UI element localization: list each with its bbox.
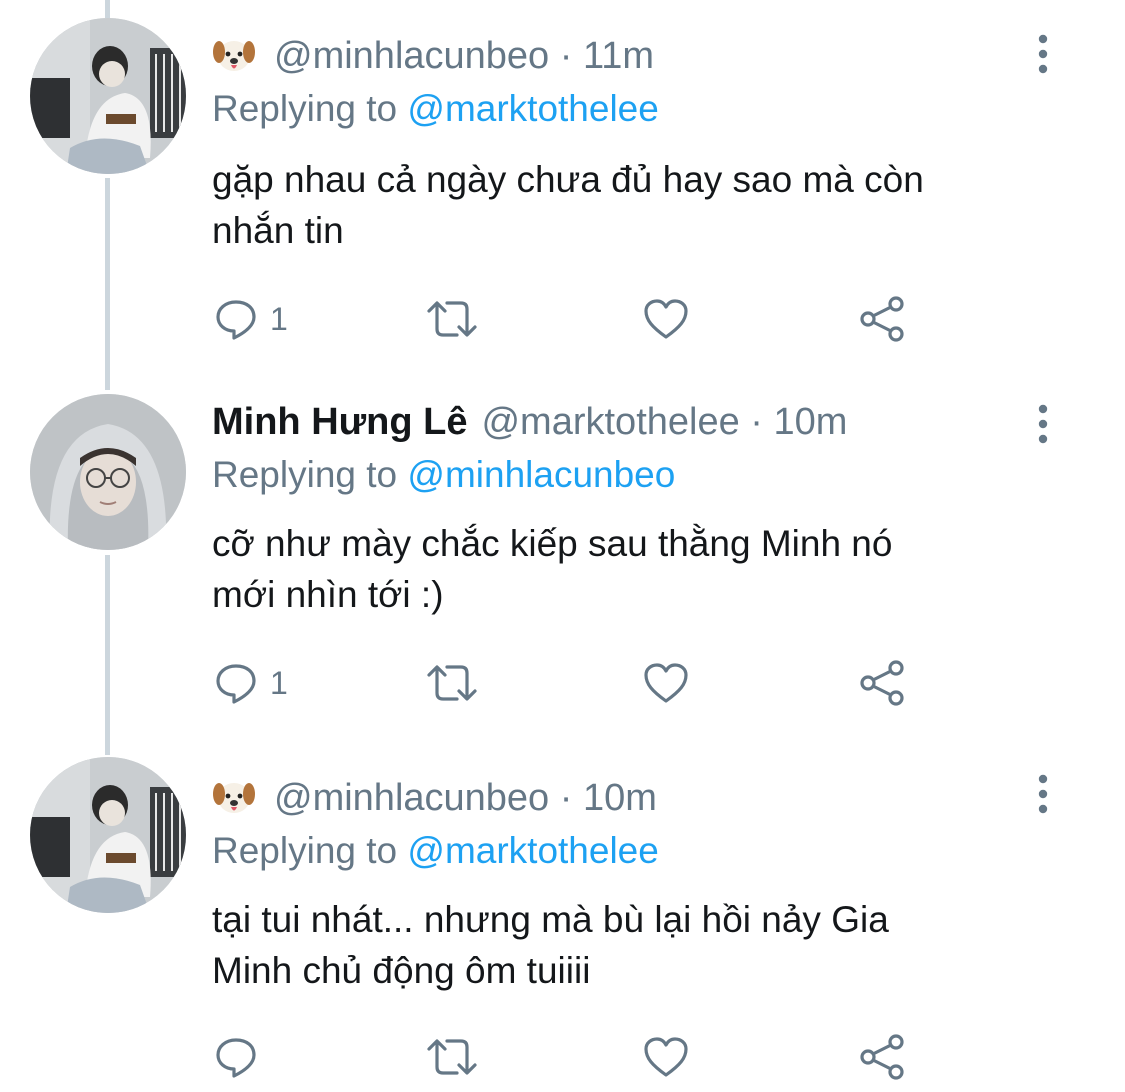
tweet-text: gặp nhau cả ngày chưa đủ hay sao mà còn … [212,154,1072,256]
replying-label: Replying to [212,88,398,129]
share-icon [858,294,908,344]
mention-link[interactable]: @minhlacunbeo [407,454,675,495]
avatar[interactable] [30,18,186,174]
more-options-icon[interactable] [1030,404,1056,444]
reply-icon [214,1035,258,1079]
more-options-icon[interactable] [1030,774,1056,814]
reply-button[interactable]: 1 [214,294,288,344]
more-options-icon[interactable] [1030,34,1056,74]
avatar[interactable] [30,394,186,550]
separator-dot: · [559,777,573,819]
replying-label: Replying to [212,830,398,871]
retweet-button[interactable] [424,658,492,708]
reply-count: 1 [270,300,288,337]
tweet[interactable]: @minhlacunbeo · 11m Replying to @marktot… [0,0,1125,370]
mention-link[interactable]: @marktothelee [407,830,658,871]
share-button[interactable] [858,1032,908,1082]
username[interactable]: @marktothelee [481,401,739,443]
retweet-button[interactable] [424,294,492,344]
tweet-text-line: tại tui nhát... nhưng mà bù lại hồi nảy … [212,899,889,940]
like-button[interactable] [642,658,702,708]
heart-icon [642,661,690,705]
tweet[interactable]: Minh Hưng Lê @marktothelee · 10m Replying… [0,370,1125,740]
mention-link[interactable]: @marktothelee [407,88,658,129]
tweet-header: @minhlacunbeo · 11m [212,32,654,79]
tweet-text-line: Minh chủ động ôm tuiiii [212,950,591,991]
timestamp[interactable]: 10m [583,777,657,819]
dog-face-emoji-icon [212,32,256,76]
username[interactable]: @minhlacunbeo [274,777,549,819]
separator-dot: · [750,401,763,443]
share-button[interactable] [858,294,908,344]
timestamp[interactable]: 11m [583,35,654,77]
tweet[interactable]: @minhlacunbeo · 10m Replying to @marktot… [0,740,1125,1092]
reply-icon [214,297,258,341]
separator-dot: · [559,35,573,77]
share-button[interactable] [858,658,908,708]
like-button[interactable] [642,294,702,344]
tweet-text-line: nhắn tin [212,210,344,251]
timestamp[interactable]: 10m [774,401,848,443]
replying-to: Replying to @marktothelee [212,828,659,874]
like-button[interactable] [642,1032,702,1082]
tweet-header: @minhlacunbeo · 10m [212,774,657,821]
heart-icon [642,297,690,341]
replying-to: Replying to @marktothelee [212,86,659,132]
reply-button[interactable] [214,1032,270,1082]
display-name[interactable]: Minh Hưng Lê [212,401,467,443]
replying-to: Replying to @minhlacunbeo [212,452,675,498]
avatar[interactable] [30,757,186,913]
retweet-icon [424,661,480,705]
retweet-icon [424,1035,480,1079]
heart-icon [642,1035,690,1079]
username[interactable]: @minhlacunbeo [274,35,549,77]
dog-face-emoji-icon [212,774,256,818]
retweet-button[interactable] [424,1032,492,1082]
retweet-icon [424,297,480,341]
tweet-header: Minh Hưng Lê @marktothelee · 10m [212,399,847,445]
tweet-actions: 1 [212,294,932,344]
tweet-text-line: cỡ như mày chắc kiếp sau thằng Minh nó [212,523,893,564]
tweet-text: tại tui nhát... nhưng mà bù lại hồi nảy … [212,894,1072,996]
tweet-actions: 1 [212,658,932,708]
tweet-text-line: gặp nhau cả ngày chưa đủ hay sao mà còn [212,159,924,200]
tweet-text: cỡ như mày chắc kiếp sau thằng Minh nó m… [212,518,1072,620]
reply-button[interactable]: 1 [214,658,288,708]
tweet-text-line: mới nhìn tới :) [212,574,444,615]
share-icon [858,1032,908,1082]
reply-icon [214,661,258,705]
replying-label: Replying to [212,454,398,495]
share-icon [858,658,908,708]
reply-count: 1 [270,664,288,701]
tweet-actions [212,1032,932,1082]
